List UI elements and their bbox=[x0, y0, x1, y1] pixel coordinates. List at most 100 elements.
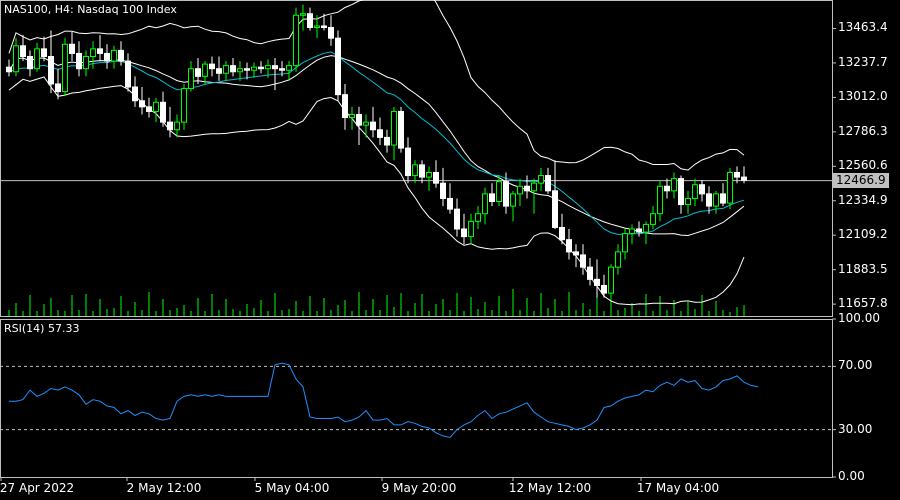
candle-body bbox=[384, 136, 390, 146]
candle[interactable] bbox=[405, 137, 411, 184]
candle[interactable] bbox=[391, 106, 397, 161]
candle[interactable] bbox=[692, 178, 698, 207]
candle[interactable] bbox=[244, 62, 250, 80]
candle-body bbox=[13, 45, 19, 73]
candle-body bbox=[545, 175, 551, 192]
candle[interactable] bbox=[524, 175, 530, 199]
candle-body bbox=[34, 48, 40, 70]
candle[interactable] bbox=[552, 160, 558, 229]
candle[interactable] bbox=[160, 91, 166, 127]
candle[interactable] bbox=[727, 167, 733, 210]
candle[interactable] bbox=[447, 183, 453, 214]
candle[interactable] bbox=[258, 61, 264, 74]
candle[interactable] bbox=[426, 166, 432, 191]
candle[interactable] bbox=[482, 187, 488, 225]
candle[interactable] bbox=[664, 178, 670, 199]
time-axis-label: 12 May 12:00 bbox=[508, 481, 592, 495]
candle[interactable] bbox=[342, 83, 348, 130]
candle[interactable] bbox=[223, 61, 229, 81]
candle[interactable] bbox=[440, 167, 446, 207]
candle[interactable] bbox=[139, 87, 145, 115]
candle[interactable] bbox=[174, 114, 180, 138]
candle[interactable] bbox=[230, 58, 236, 77]
candle[interactable] bbox=[538, 167, 544, 191]
candle[interactable] bbox=[531, 178, 537, 214]
candle-body bbox=[181, 88, 187, 123]
candle[interactable] bbox=[650, 206, 656, 229]
candle[interactable] bbox=[27, 50, 33, 77]
candle-body bbox=[468, 220, 474, 238]
candle[interactable] bbox=[41, 36, 47, 62]
candle[interactable] bbox=[370, 106, 376, 138]
candle[interactable] bbox=[195, 58, 201, 84]
candle[interactable] bbox=[412, 160, 418, 184]
candle[interactable] bbox=[349, 106, 355, 130]
candle[interactable] bbox=[97, 35, 103, 62]
candle[interactable] bbox=[608, 264, 614, 298]
candle[interactable] bbox=[76, 41, 82, 77]
candle[interactable] bbox=[573, 244, 579, 268]
candle[interactable] bbox=[188, 61, 194, 92]
candle[interactable] bbox=[398, 106, 404, 153]
price-candles[interactable] bbox=[6, 4, 747, 298]
candle[interactable] bbox=[517, 178, 523, 207]
candle[interactable] bbox=[489, 183, 495, 207]
candle[interactable] bbox=[678, 175, 684, 214]
candle[interactable] bbox=[34, 42, 40, 72]
candle[interactable] bbox=[580, 244, 586, 275]
candle[interactable] bbox=[328, 15, 334, 46]
candle[interactable] bbox=[377, 117, 383, 146]
candle[interactable] bbox=[468, 213, 474, 245]
candle[interactable] bbox=[293, 7, 299, 72]
candle[interactable] bbox=[594, 259, 600, 298]
candle[interactable] bbox=[83, 50, 89, 77]
candle[interactable] bbox=[153, 97, 159, 123]
candle[interactable] bbox=[20, 35, 26, 62]
candle[interactable] bbox=[657, 180, 663, 222]
candle[interactable] bbox=[69, 32, 75, 62]
candle[interactable] bbox=[419, 160, 425, 184]
candle[interactable] bbox=[615, 244, 621, 275]
candle[interactable] bbox=[671, 172, 677, 199]
candle[interactable] bbox=[454, 198, 460, 237]
candle[interactable] bbox=[216, 56, 222, 81]
candle[interactable] bbox=[720, 183, 726, 207]
candle[interactable] bbox=[475, 206, 481, 229]
candle[interactable] bbox=[559, 213, 565, 245]
candle[interactable] bbox=[307, 7, 313, 31]
candle[interactable] bbox=[587, 257, 593, 286]
candle[interactable] bbox=[6, 59, 12, 77]
candle[interactable] bbox=[202, 61, 208, 84]
candle-body bbox=[6, 66, 12, 73]
candle[interactable] bbox=[384, 129, 390, 153]
candle[interactable] bbox=[706, 186, 712, 214]
candle[interactable] bbox=[713, 190, 719, 214]
candle[interactable] bbox=[433, 160, 439, 188]
candle[interactable] bbox=[566, 228, 572, 260]
candle[interactable] bbox=[545, 167, 551, 194]
candle[interactable] bbox=[335, 30, 341, 101]
candle[interactable] bbox=[146, 97, 152, 118]
candle[interactable] bbox=[300, 4, 306, 31]
candle[interactable] bbox=[104, 44, 110, 69]
candle[interactable] bbox=[132, 76, 138, 107]
candle[interactable] bbox=[90, 41, 96, 69]
candle[interactable] bbox=[181, 83, 187, 130]
candle[interactable] bbox=[251, 62, 257, 78]
candle[interactable] bbox=[685, 190, 691, 214]
candle[interactable] bbox=[111, 45, 117, 69]
candle[interactable] bbox=[699, 180, 705, 202]
candle[interactable] bbox=[48, 30, 54, 94]
chart-canvas[interactable] bbox=[0, 0, 900, 500]
candle[interactable] bbox=[636, 221, 642, 237]
candle[interactable] bbox=[62, 38, 68, 97]
candle[interactable] bbox=[363, 114, 369, 138]
candle[interactable] bbox=[461, 213, 467, 245]
candle[interactable] bbox=[286, 61, 292, 81]
candle[interactable] bbox=[510, 190, 516, 222]
candle[interactable] bbox=[13, 38, 19, 77]
candle[interactable] bbox=[167, 106, 173, 138]
candle[interactable] bbox=[622, 228, 628, 260]
candle[interactable] bbox=[125, 53, 131, 92]
candle[interactable] bbox=[209, 56, 215, 77]
